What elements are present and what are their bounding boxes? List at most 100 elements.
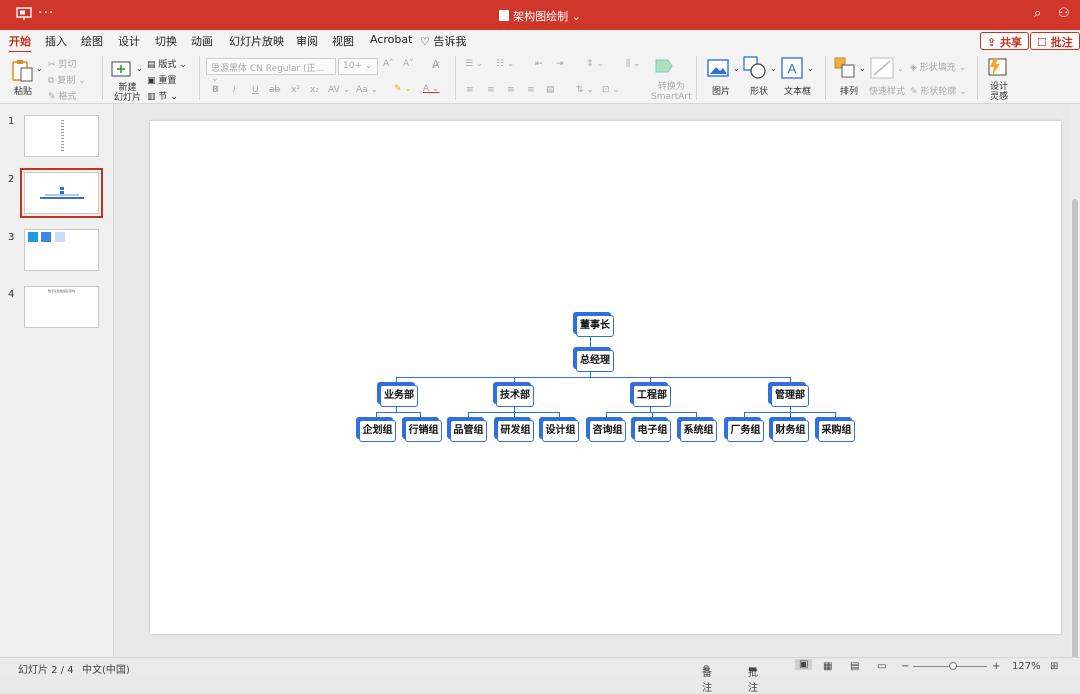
quick-style-icon[interactable] <box>870 57 894 79</box>
grow-font-icon[interactable]: A˄ <box>383 59 394 69</box>
bullets-icon[interactable]: ☰ ⌄ <box>465 59 483 69</box>
tab-home[interactable]: 开始 <box>9 33 31 53</box>
tab-draw[interactable]: 绘图 <box>81 33 103 49</box>
align-center-icon[interactable]: ≡ <box>487 85 495 95</box>
normal-view-icon[interactable]: ▣ <box>795 659 813 670</box>
format-painter-button[interactable]: ✎ 格式 <box>48 89 76 102</box>
tab-insert[interactable]: 插入 <box>45 33 67 49</box>
tab-design[interactable]: 设计 <box>118 33 140 49</box>
subscript-icon[interactable]: x₂ <box>310 85 319 95</box>
font-family-select[interactable]: 思源黑体 CN Regular (正... ⌄ <box>206 58 336 84</box>
superscript-icon[interactable]: x² <box>291 85 300 95</box>
strikethrough-icon[interactable]: ab <box>269 85 280 95</box>
arrange-icon[interactable] <box>834 57 856 79</box>
textbox-label[interactable]: 文本框 <box>784 84 811 97</box>
tab-slideshow[interactable]: 幻灯片放映 <box>229 33 284 49</box>
tab-review[interactable]: 审阅 <box>296 33 318 49</box>
designer-icon[interactable] <box>986 56 1008 78</box>
arrange-dropdown-icon[interactable]: ⌄ <box>859 64 866 73</box>
shape-label[interactable]: 形状 <box>750 84 768 97</box>
numbering-icon[interactable]: ☷ ⌄ <box>496 59 514 69</box>
org-node-group[interactable]: 行销组 <box>405 420 442 442</box>
language-indicator[interactable]: 中文(中国) <box>82 661 130 676</box>
share-button[interactable]: ⇪ 共享 <box>980 32 1030 50</box>
distributed-icon[interactable]: ▤ <box>546 85 555 95</box>
copy-button[interactable]: ⧉ 复制 ⌄ <box>48 73 86 86</box>
org-node-group[interactable]: 咨询组 <box>589 420 626 442</box>
tab-animations[interactable]: 动画 <box>191 33 213 49</box>
font-size-select[interactable]: 10+ ⌄ <box>338 58 378 75</box>
underline-icon[interactable]: U <box>252 85 259 95</box>
org-node-dept[interactable]: 管理部 <box>771 385 809 407</box>
paste-icon[interactable] <box>10 58 34 82</box>
shrink-font-icon[interactable]: A˅ <box>403 59 414 69</box>
org-node-group[interactable]: 厂务组 <box>727 420 764 442</box>
slideshow-icon[interactable]: ▭ <box>877 661 886 672</box>
org-node-group[interactable]: 财务组 <box>772 420 809 442</box>
slide-thumbnail-4[interactable]: 数字化赋能组织架构 <box>24 286 99 328</box>
arrange-label[interactable]: 排列 <box>840 84 858 97</box>
reading-view-icon[interactable]: ▤ <box>850 661 859 672</box>
picture-dropdown-icon[interactable]: ⌄ <box>733 64 740 73</box>
quick-style-label[interactable]: 快速样式 <box>869 84 905 97</box>
reset-button[interactable]: ▣ 重置 <box>147 73 176 86</box>
convert-smartart-button[interactable]: 转换为 SmartArt <box>651 82 692 102</box>
justify-icon[interactable]: ≡ <box>527 85 535 95</box>
textbox-dropdown-icon[interactable]: ⌄ <box>807 64 814 73</box>
decrease-indent-icon[interactable]: ⇤ <box>535 59 543 69</box>
fit-to-window-icon[interactable]: ⊞ <box>1050 661 1058 672</box>
org-node-group[interactable]: 电子组 <box>634 420 671 442</box>
slide-thumbnail-3[interactable] <box>24 229 99 271</box>
org-node-group[interactable]: 研发组 <box>497 420 534 442</box>
align-right-icon[interactable]: ≡ <box>507 85 515 95</box>
designer-label[interactable]: 设计 灵感 <box>990 82 1008 102</box>
font-color-icon[interactable]: A ⌄ <box>423 84 440 94</box>
smartart-icon[interactable] <box>654 56 676 76</box>
shape-icon[interactable] <box>743 56 767 80</box>
slide-thumbnail-1[interactable] <box>24 115 99 157</box>
increase-indent-icon[interactable]: ⇥ <box>556 59 564 69</box>
tab-view[interactable]: 视图 <box>332 33 354 49</box>
org-node-dept[interactable]: 技术部 <box>496 385 534 407</box>
character-spacing-icon[interactable]: AV ⌄ <box>328 85 350 95</box>
picture-label[interactable]: 图片 <box>712 84 730 97</box>
profile-icon[interactable]: ⚇ <box>1058 6 1070 21</box>
change-case-icon[interactable]: Aa ⌄ <box>356 85 378 95</box>
new-slide-label[interactable]: 新建 幻灯片 <box>114 83 141 103</box>
columns-icon[interactable]: ⫼ ⌄ <box>626 59 641 69</box>
new-slide-icon[interactable] <box>110 58 132 80</box>
quick-style-dropdown-icon[interactable]: ⌄ <box>897 64 904 73</box>
paste-dropdown-icon[interactable]: ⌄ <box>36 64 43 73</box>
shape-fill-button[interactable]: ◈ 形状填充 ⌄ <box>910 60 966 73</box>
org-node-chairman[interactable]: 董事长 <box>576 315 614 337</box>
slide-canvas[interactable]: 董事长 总经理 业务部 技术部 工程部 管理部 企划组 行销组 品管组 研发组 … <box>150 121 1061 634</box>
search-icon[interactable]: ⌕ <box>1034 6 1041 21</box>
zoom-level[interactable]: 127% <box>1012 661 1041 672</box>
layout-button[interactable]: ▤ 版式 ⌄ <box>147 57 187 70</box>
scrollbar-thumb[interactable] <box>1072 199 1078 669</box>
text-direction-icon[interactable]: ⇅ ⌄ <box>576 85 594 95</box>
align-text-icon[interactable]: ⊡ ⌄ <box>602 85 620 95</box>
org-node-group[interactable]: 设计组 <box>542 420 579 442</box>
textbox-icon[interactable]: A <box>781 57 803 79</box>
cut-button[interactable]: ✂ 剪切 <box>48 57 76 70</box>
picture-icon[interactable] <box>707 58 729 78</box>
org-node-group[interactable]: 采购组 <box>818 420 855 442</box>
align-left-icon[interactable]: ≡ <box>466 85 474 95</box>
org-node-group[interactable]: 品管组 <box>450 420 487 442</box>
italic-icon[interactable]: I <box>233 85 236 95</box>
vertical-scrollbar[interactable] <box>1070 104 1080 669</box>
bold-icon[interactable]: B <box>212 85 219 95</box>
new-slide-dropdown-icon[interactable]: ⌄ <box>136 64 143 73</box>
zoom-out-icon[interactable]: − <box>901 661 909 672</box>
slide-thumbnail-2[interactable] <box>20 168 103 218</box>
shape-outline-button[interactable]: ✎ 形状轮廓 ⌄ <box>910 84 967 97</box>
tab-transitions[interactable]: 切换 <box>155 33 177 49</box>
highlight-icon[interactable]: ✎ ⌄ <box>394 84 412 94</box>
org-node-dept[interactable]: 业务部 <box>380 385 418 407</box>
slide-sorter-icon[interactable]: ▦ <box>823 661 832 672</box>
comments-button[interactable]: ☐ 批注 <box>1030 32 1080 50</box>
zoom-slider-thumb[interactable] <box>949 662 957 670</box>
org-node-group[interactable]: 企划组 <box>359 420 396 442</box>
section-button[interactable]: ▥ 节 ⌄ <box>147 89 178 102</box>
